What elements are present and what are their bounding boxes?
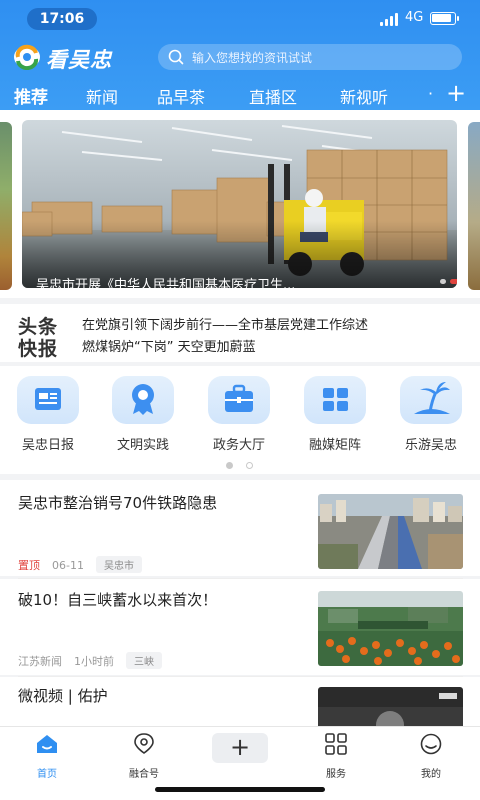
news-title: 微视频 | 佑护 xyxy=(18,687,108,705)
search-icon xyxy=(168,49,184,65)
news-item[interactable]: 吴忠市整治销号70件铁路隐患 置顶 06-11 吴忠市 xyxy=(0,480,480,576)
news-item[interactable]: 破10！自三峡蓄水以来首次！ 江苏新闻 1小时前 三峡 xyxy=(0,579,480,675)
service-label: 乐游吴忠 xyxy=(404,438,457,453)
service-newspaper[interactable]: 吴忠日报 xyxy=(12,376,84,453)
warehouse-forklift-image xyxy=(22,120,457,288)
tab-overflow[interactable]: · xyxy=(428,84,438,103)
search-placeholder: 输入您想找的资讯试试 xyxy=(192,51,313,65)
nav-fusion[interactable]: 融合号 xyxy=(109,733,179,780)
banner-caption: 吴忠市开展《中华人民共和国基本医疗卫生... xyxy=(36,278,296,288)
headline-item[interactable]: 燃煤锅炉“下岗” 天空更加蔚蓝 xyxy=(82,336,256,355)
video-thumbnail-image xyxy=(318,687,463,726)
app-logo-icon xyxy=(14,44,40,70)
nav-label: 融合号 xyxy=(129,769,159,780)
news-item[interactable]: 微视频 | 佑护 xyxy=(0,677,480,726)
service-media-matrix[interactable]: 融媒矩阵 xyxy=(299,376,371,453)
home-indicator[interactable] xyxy=(155,787,325,792)
news-source: 江苏新闻 xyxy=(18,655,62,668)
tab-live[interactable]: 直播区 xyxy=(249,84,297,108)
news-tag[interactable]: 吴忠市 xyxy=(95,556,142,573)
headline-item[interactable]: 在党旗引领下阔步前行——全市基层党建工作综述 xyxy=(82,314,368,333)
news-title: 吴忠市整治销号70件铁路隐患 xyxy=(18,494,218,512)
search-bar[interactable]: 输入您想找的资讯试试 xyxy=(158,44,462,70)
add-channel-icon[interactable]: + xyxy=(446,79,466,107)
signal-icon xyxy=(380,13,402,26)
status-bar: 17:06 4G xyxy=(0,8,480,32)
banner-image[interactable]: 吴忠市开展《中华人民共和国基本医疗卫生... xyxy=(22,120,457,288)
nav-label: 服务 xyxy=(326,769,346,780)
service-label: 政务大厅 xyxy=(212,438,265,453)
status-time: 17:06 xyxy=(27,8,97,30)
nav-profile[interactable]: 我的 xyxy=(396,733,466,780)
nav-home[interactable]: 首页 xyxy=(12,733,82,780)
network-label: 4G xyxy=(405,10,424,25)
tab-new-media[interactable]: 新视听 xyxy=(340,84,388,108)
service-grid: 吴忠日报 文明实践 政务大厅 融媒矩阵 乐游吴忠 xyxy=(0,366,480,474)
banner-carousel[interactable]: 吴忠市开展《中华人民共和国基本医疗卫生... xyxy=(0,110,480,298)
tab-news[interactable]: 新闻 xyxy=(86,84,118,108)
tab-morning-tea[interactable]: 品早茶 xyxy=(157,84,205,108)
service-government-hall[interactable]: 政务大厅 xyxy=(203,376,275,453)
news-thumbnail xyxy=(318,494,463,569)
nav-label: 我的 xyxy=(421,769,441,780)
app-header: 17:06 4G 看吴忠 输入您想找的资讯试试 推荐 新闻 品早茶 直播区 新视… xyxy=(0,0,480,110)
page-dot-active xyxy=(226,462,233,469)
location-icon xyxy=(134,733,154,754)
briefcase-icon xyxy=(225,384,253,412)
tab-recommend[interactable]: 推荐 xyxy=(14,83,48,108)
service-label: 吴忠日报 xyxy=(21,438,74,453)
banner-next-image[interactable] xyxy=(468,122,480,290)
news-time: 1小时前 xyxy=(74,655,114,668)
nav-service[interactable]: 服务 xyxy=(301,733,371,780)
profile-icon xyxy=(420,733,442,755)
nav-label: 首页 xyxy=(37,769,57,780)
headline-logo-line2: 快报 xyxy=(18,338,59,360)
news-thumbnail xyxy=(318,687,463,726)
newspaper-icon xyxy=(35,388,61,410)
channel-tabs: 推荐 新闻 品早茶 直播区 新视听 · + xyxy=(0,79,480,108)
palm-island-icon xyxy=(414,382,450,414)
three-gorges-crowd-image xyxy=(318,591,463,666)
home-icon xyxy=(37,735,57,753)
app-logo-text: 看吴忠 xyxy=(46,48,112,72)
publish-button[interactable]: + xyxy=(212,733,268,763)
headline-ticker[interactable]: 头条 快报 在党旗引领下阔步前行——全市基层党建工作综述 燃煤锅炉“下岗” 天空… xyxy=(0,304,480,362)
banner-dot xyxy=(440,279,446,284)
banner-prev-image[interactable] xyxy=(0,122,12,290)
news-title: 破10！自三峡蓄水以来首次！ xyxy=(18,591,218,609)
news-meta: 置顶 06-11 吴忠市 xyxy=(18,556,142,573)
service-tourism[interactable]: 乐游吴忠 xyxy=(395,376,467,453)
headline-logo: 头条 快报 xyxy=(18,312,66,360)
service-label: 文明实践 xyxy=(116,438,169,453)
news-tag[interactable]: 三峡 xyxy=(126,652,162,669)
news-meta: 江苏新闻 1小时前 三峡 xyxy=(18,652,162,669)
grid-icon xyxy=(325,733,347,755)
page-dot xyxy=(246,462,253,469)
service-label: 融媒矩阵 xyxy=(308,438,361,453)
news-date: 06-11 xyxy=(52,559,84,572)
banner-dot-active xyxy=(450,279,457,284)
news-thumbnail xyxy=(318,591,463,666)
medal-icon xyxy=(132,384,154,415)
grid-icon xyxy=(323,388,348,411)
battery-icon xyxy=(430,12,459,25)
pinned-label: 置顶 xyxy=(18,559,40,572)
railway-construction-image xyxy=(318,494,463,569)
service-civilization[interactable]: 文明实践 xyxy=(107,376,179,453)
